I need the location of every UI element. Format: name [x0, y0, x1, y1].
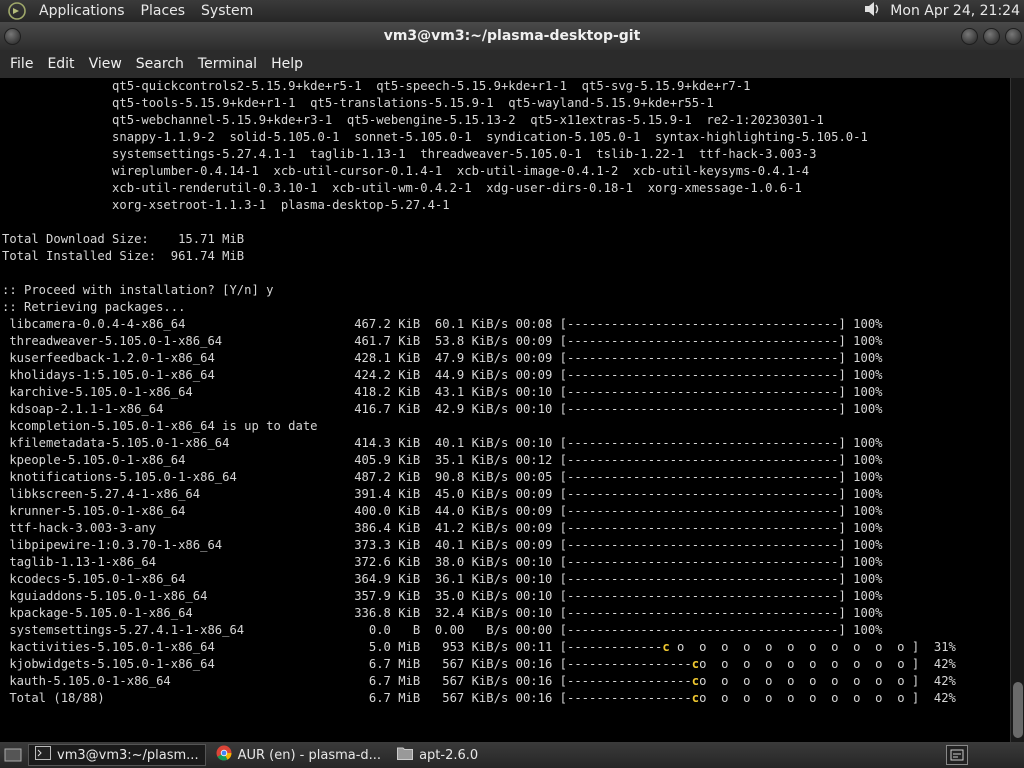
pacman-icon: c	[691, 674, 700, 688]
terminal-line: kguiaddons-5.105.0-1-x86_64 357.9 KiB 35…	[2, 589, 883, 603]
pacman-icon: c	[691, 691, 700, 705]
progress-text: o o o o o o o o o o ] 42%	[699, 674, 956, 688]
terminal-progress-line: kjobwidgets-5.105.0-1-x86_64 6.7 MiB 567…	[0, 656, 1010, 673]
pacman-icon: c	[691, 657, 700, 671]
terminal-line: kuserfeedback-1.2.0-1-x86_64 428.1 KiB 4…	[2, 351, 883, 365]
places-menu[interactable]: Places	[136, 0, 191, 22]
terminal-line: taglib-1.13-1-x86_64 372.6 KiB 38.0 KiB/…	[2, 555, 883, 569]
terminal-line: :: Retrieving packages...	[2, 300, 186, 314]
task-label: AUR (en) - plasma-d...	[237, 747, 382, 763]
terminal-line: kdsoap-2.1.1-1-x86_64 416.7 KiB 42.9 KiB…	[2, 402, 883, 416]
menu-help[interactable]: Help	[264, 50, 310, 78]
terminal-line: systemsettings-5.27.4.1-1 taglib-1.13-1 …	[2, 147, 817, 161]
window-title: vm3@vm3:~/plasma-desktop-git	[383, 28, 641, 44]
terminal-line: libpipewire-1:0.3.70-1-x86_64 373.3 KiB …	[2, 538, 883, 552]
scrollbar-thumb[interactable]	[1013, 682, 1023, 738]
terminal-line: Total Download Size: 15.71 MiB	[2, 232, 245, 246]
window-titlebar[interactable]: vm3@vm3:~/plasma-desktop-git	[0, 22, 1024, 50]
terminal-scrollbar[interactable]	[1010, 78, 1024, 742]
applications-menu[interactable]: Applications	[34, 0, 130, 22]
menu-view[interactable]: View	[82, 50, 129, 78]
task-file-manager[interactable]: apt-2.6.0	[391, 744, 484, 766]
terminal-line: Total Installed Size: 961.74 MiB	[2, 249, 245, 263]
terminal-line: xorg-xsetroot-1.1.3-1 plasma-desktop-5.2…	[2, 198, 450, 212]
terminal-line: kpackage-5.105.0-1-x86_64 336.8 KiB 32.4…	[2, 606, 883, 620]
terminal-line: ttf-hack-3.003-3-any 386.4 KiB 41.2 KiB/…	[2, 521, 883, 535]
terminal-line: :: Proceed with installation? [Y/n] y	[2, 283, 274, 297]
maximize-button[interactable]	[983, 28, 1000, 45]
show-desktop-icon[interactable]	[2, 745, 24, 765]
task-label: apt-2.6.0	[419, 747, 479, 763]
terminal-line: threadweaver-5.105.0-1-x86_64 461.7 KiB …	[2, 334, 883, 348]
terminal-icon	[35, 746, 51, 764]
terminal-line: systemsettings-5.27.4.1-1-x86_64 0.0 B 0…	[2, 623, 883, 637]
close-button[interactable]	[1005, 28, 1022, 45]
terminal-menubar: File Edit View Search Terminal Help	[0, 50, 1024, 78]
terminal-progress-line: kactivities-5.105.0-1-x86_64 5.0 MiB 953…	[0, 639, 1010, 656]
progress-text: kjobwidgets-5.105.0-1-x86_64 6.7 MiB 567…	[2, 657, 692, 671]
menu-search[interactable]: Search	[129, 50, 191, 78]
panel-clock[interactable]: Mon Apr 24, 21:24	[890, 3, 1020, 19]
terminal-progress-line: Total (18/88) 6.7 MiB 567 KiB/s 00:16 [-…	[0, 690, 1010, 707]
top-panel: Applications Places System Mon Apr 24, 2…	[0, 0, 1024, 22]
terminal-line: karchive-5.105.0-1-x86_64 418.2 KiB 43.1…	[2, 385, 883, 399]
task-browser[interactable]: AUR (en) - plasma-d...	[210, 744, 387, 766]
progress-text: o o o o o o o o o o ] 42%	[699, 657, 956, 671]
task-label: vm3@vm3:~/plasm...	[57, 747, 199, 763]
progress-text: Total (18/88) 6.7 MiB 567 KiB/s 00:16 [-…	[2, 691, 692, 705]
chrome-icon	[216, 745, 232, 765]
terminal-line: kcodecs-5.105.0-1-x86_64 364.9 KiB 36.1 …	[2, 572, 883, 586]
terminal-progress-line: kauth-5.105.0-1-x86_64 6.7 MiB 567 KiB/s…	[0, 673, 1010, 690]
progress-text: o o o o o o o o o o o ] 31%	[669, 640, 956, 654]
terminal-line: snappy-1.1.9-2 solid-5.105.0-1 sonnet-5.…	[2, 130, 868, 144]
progress-text: o o o o o o o o o o ] 42%	[699, 691, 956, 705]
minimize-button[interactable]	[961, 28, 978, 45]
workspace-switcher-icon[interactable]	[946, 745, 968, 765]
volume-icon[interactable]	[862, 0, 882, 22]
progress-text: kauth-5.105.0-1-x86_64 6.7 MiB 567 KiB/s…	[2, 674, 692, 688]
terminal-line: wireplumber-0.4.14-1 xcb-util-cursor-0.1…	[2, 164, 810, 178]
terminal-line: kfilemetadata-5.105.0-1-x86_64 414.3 KiB…	[2, 436, 883, 450]
terminal-line: krunner-5.105.0-1-x86_64 400.0 KiB 44.0 …	[2, 504, 883, 518]
gnome-logo-icon[interactable]	[6, 0, 28, 22]
terminal-output[interactable]: qt5-quickcontrols2-5.15.9+kde+r5-1 qt5-s…	[0, 78, 1010, 742]
terminal-line: qt5-quickcontrols2-5.15.9+kde+r5-1 qt5-s…	[2, 79, 751, 93]
terminal-line: libkscreen-5.27.4-1-x86_64 391.4 KiB 45.…	[2, 487, 883, 501]
terminal-line: qt5-tools-5.15.9+kde+r1-1 qt5-translatio…	[2, 96, 714, 110]
terminal-line: knotifications-5.105.0-1-x86_64 487.2 Ki…	[2, 470, 883, 484]
task-terminal[interactable]: vm3@vm3:~/plasm...	[28, 744, 206, 766]
window-menu-button[interactable]	[4, 28, 21, 45]
menu-file[interactable]: File	[3, 50, 40, 78]
folder-icon	[397, 746, 414, 764]
system-menu[interactable]: System	[196, 0, 258, 22]
terminal-line: xcb-util-renderutil-0.3.10-1 xcb-util-wm…	[2, 181, 802, 195]
terminal-line: kholidays-1:5.105.0-1-x86_64 424.2 KiB 4…	[2, 368, 883, 382]
terminal-line: kpeople-5.105.0-1-x86_64 405.9 KiB 35.1 …	[2, 453, 883, 467]
pacman-icon: c	[662, 640, 670, 654]
terminal-line: libcamera-0.0.4-4-x86_64 467.2 KiB 60.1 …	[2, 317, 883, 331]
bottom-taskbar: vm3@vm3:~/plasm... AUR (en) - plasma-d..…	[0, 742, 1024, 768]
menu-terminal[interactable]: Terminal	[191, 50, 264, 78]
progress-text: kactivities-5.105.0-1-x86_64 5.0 MiB 953…	[2, 640, 663, 654]
terminal-line: qt5-webchannel-5.15.9+kde+r3-1 qt5-weben…	[2, 113, 824, 127]
menu-edit[interactable]: Edit	[40, 50, 81, 78]
terminal-line: kcompletion-5.105.0-1-x86_64 is up to da…	[2, 419, 318, 433]
